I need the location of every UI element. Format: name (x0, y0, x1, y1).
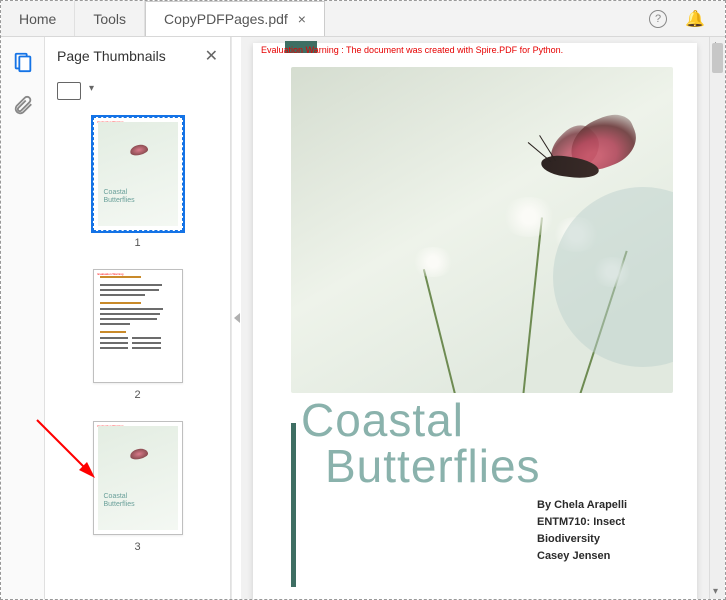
panel-close-icon[interactable]: ✕ (205, 46, 218, 66)
tab-home[interactable]: Home (1, 1, 75, 36)
tab-close-icon[interactable]: × (298, 11, 306, 27)
nav-rail (1, 37, 45, 599)
attachments-icon[interactable] (12, 95, 34, 117)
thumbnail-page-2[interactable]: Evaluation Warning (93, 269, 183, 383)
vertical-scrollbar[interactable]: ▴ ▾ (709, 37, 725, 599)
tab-tools[interactable]: Tools (75, 1, 145, 36)
thumbnail-options-button[interactable] (57, 82, 81, 100)
thumbnail-list[interactable]: Evaluation Warning CoastalButterflies 1 … (45, 107, 230, 599)
evaluation-warning: Evaluation Warning : The document was cr… (261, 45, 563, 55)
tab-document[interactable]: CopyPDFPages.pdf × (145, 1, 325, 36)
thumbnails-icon[interactable] (12, 51, 34, 73)
tab-document-label: CopyPDFPages.pdf (164, 11, 288, 27)
help-icon[interactable]: ? (649, 10, 667, 28)
page-canvas: Evaluation Warning : The document was cr… (253, 43, 697, 599)
meta-author: By Chela Arapelli (537, 497, 667, 514)
thumbnails-panel: Page Thumbnails ✕ Evaluation Warning Coa… (45, 37, 231, 599)
thumbnail-number: 1 (134, 237, 140, 249)
thumbnail-number: 2 (134, 389, 140, 401)
title-accent-bar (291, 423, 296, 587)
tab-tools-label: Tools (93, 11, 126, 27)
meta-instructor: Casey Jensen (537, 548, 667, 565)
thumbnail-page-1[interactable]: Evaluation Warning CoastalButterflies (93, 117, 183, 231)
tab-home-label: Home (19, 11, 56, 27)
document-meta: By Chela Arapelli ENTM710: Insect Biodiv… (537, 497, 667, 565)
hero-image (291, 67, 673, 393)
scrollbar-thumb[interactable] (712, 43, 723, 73)
notifications-icon[interactable]: 🔔 (685, 9, 705, 29)
meta-course: ENTM710: Insect Biodiversity (537, 514, 667, 548)
title-line-2: Butterflies (325, 439, 541, 493)
document-viewer[interactable]: Evaluation Warning : The document was cr… (241, 37, 725, 599)
document-title: Coastal Butterflies (301, 393, 541, 493)
thumbnail-page-3[interactable]: Evaluation Warning CoastalButterflies (93, 421, 183, 535)
panel-title: Page Thumbnails (57, 48, 166, 64)
thumbnail-number: 3 (134, 541, 140, 553)
panel-resizer[interactable] (231, 37, 241, 599)
tab-bar: Home Tools CopyPDFPages.pdf × ? 🔔 (1, 1, 725, 37)
